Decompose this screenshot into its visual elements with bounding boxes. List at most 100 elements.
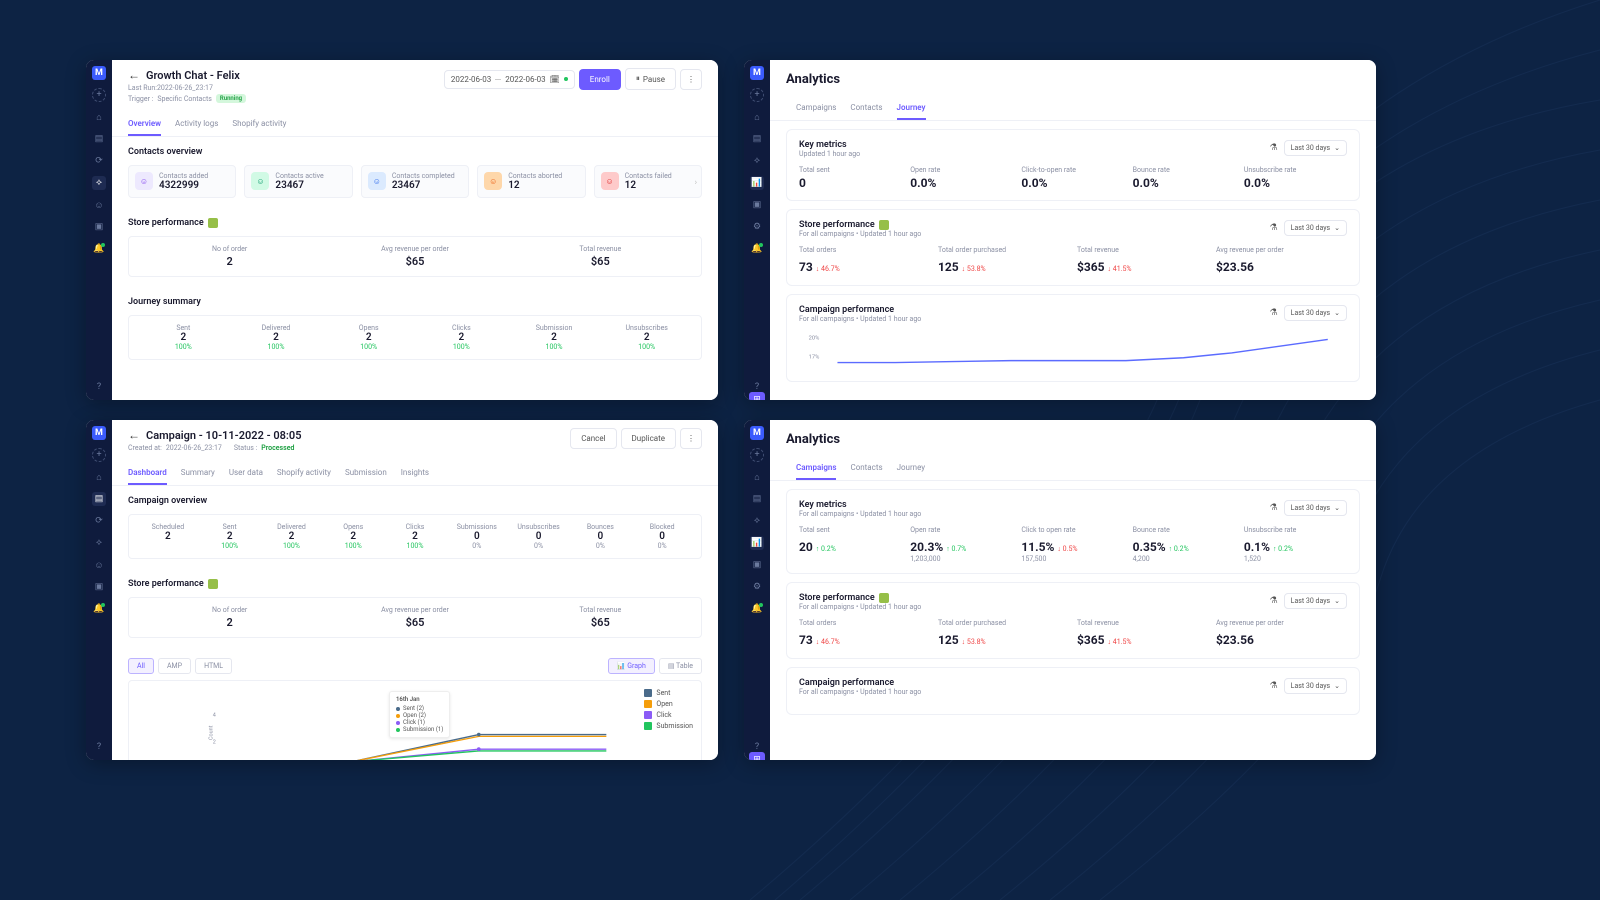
layers-icon[interactable]: ▣ — [750, 558, 764, 572]
layers-icon[interactable]: ▣ — [750, 198, 764, 212]
tab-submission[interactable]: Submission — [345, 462, 387, 485]
settings-icon[interactable]: ⚙ — [750, 220, 764, 234]
settings-icon[interactable]: ▣ — [92, 220, 106, 234]
tab-insights[interactable]: Insights — [401, 462, 429, 485]
settings-icon[interactable]: ▣ — [92, 580, 106, 594]
logo-icon[interactable]: M — [750, 426, 764, 440]
metric-item: Total orders73↓ 46.7% — [799, 619, 930, 648]
range-select[interactable]: Last 30 days⌄ — [1284, 678, 1347, 694]
tab-campaigns[interactable]: Campaigns — [796, 457, 836, 480]
campaigns-icon[interactable]: ▤ — [750, 492, 764, 506]
home-icon[interactable]: ⌂ — [750, 470, 764, 484]
filter-icon[interactable]: ⚗ — [1270, 503, 1278, 513]
view-graph-button[interactable]: 📊 Graph — [608, 658, 655, 674]
filter-icon[interactable]: ⚗ — [1270, 308, 1278, 318]
analytics-icon[interactable]: 📊 — [750, 176, 764, 190]
more-menu-button[interactable]: ⋮ — [680, 69, 702, 90]
range-select[interactable]: Last 30 days⌄ — [1284, 593, 1347, 609]
perf-item: Avg revenue per order$65 — [322, 245, 507, 268]
pause-button[interactable]: ⏸Pause — [625, 68, 676, 90]
tab-journey[interactable]: Journey — [897, 97, 926, 120]
campaigns-icon[interactable]: ▤ — [92, 492, 106, 506]
stage-icon[interactable]: ⊞ — [749, 752, 765, 760]
filter-icon[interactable]: ⚗ — [1270, 223, 1278, 233]
page-title: Analytics — [770, 60, 1376, 91]
back-arrow-icon[interactable]: ← — [128, 68, 140, 82]
users-icon[interactable]: ☺ — [92, 558, 106, 572]
tab-contacts[interactable]: Contacts — [850, 457, 882, 480]
range-select[interactable]: Last 30 days⌄ — [1284, 140, 1347, 156]
contact-card[interactable]: ☺ Contacts added4322999 — [128, 165, 236, 198]
toggle-html[interactable]: HTML — [195, 658, 232, 674]
metric-item: Total sent0 — [799, 166, 902, 190]
flow-icon[interactable]: ⟳ — [92, 154, 106, 168]
users-icon[interactable]: ☺ — [92, 198, 106, 212]
tab-campaigns[interactable]: Campaigns — [796, 97, 836, 120]
layers-icon[interactable]: ▤ — [92, 132, 106, 146]
bell-icon[interactable]: 🔔 — [750, 242, 764, 256]
contact-card[interactable]: ☺ Contacts failed12 › — [594, 165, 702, 198]
enroll-button[interactable]: Enroll — [579, 69, 621, 90]
toggle-all[interactable]: All — [128, 658, 154, 674]
flow-icon[interactable]: ⟳ — [92, 514, 106, 528]
tab-activity-logs[interactable]: Activity logs — [175, 113, 218, 136]
contact-card[interactable]: ☺ Contacts active23467 — [244, 165, 352, 198]
bell-icon[interactable]: 🔔 — [750, 602, 764, 616]
cancel-button[interactable]: Cancel — [570, 428, 616, 449]
range-select[interactable]: Last 30 days⌄ — [1284, 500, 1347, 516]
tab-shopify-activity[interactable]: Shopify activity — [232, 113, 286, 136]
home-icon[interactable]: ⌂ — [750, 110, 764, 124]
toggle-amp[interactable]: AMP — [158, 658, 191, 674]
share-icon[interactable]: ⟡ — [92, 176, 106, 190]
add-icon[interactable]: + — [92, 88, 106, 102]
chevron-right-icon[interactable]: › — [695, 177, 697, 186]
logo-icon[interactable]: M — [92, 66, 106, 80]
workspace-journey-detail: M + ⌂ ▤ ⟳ ⟡ ☺ ▣ 🔔 ? ← Growth Chat - Feli… — [86, 60, 718, 400]
add-icon[interactable]: + — [750, 448, 764, 462]
created-value: 2022-06-26_23:17 — [166, 444, 222, 452]
range-select[interactable]: Last 30 days⌄ — [1284, 220, 1347, 236]
journey-item: Clicks2100% — [415, 324, 508, 351]
bell-icon[interactable]: 🔔 — [92, 602, 106, 616]
analytics-icon[interactable]: 📊 — [750, 536, 764, 550]
share-icon[interactable]: ⟡ — [92, 536, 106, 550]
add-icon[interactable]: + — [92, 448, 106, 462]
view-table-button[interactable]: ▤ Table — [659, 658, 702, 674]
home-icon[interactable]: ⌂ — [92, 470, 106, 484]
back-arrow-icon[interactable]: ← — [128, 428, 140, 442]
tab-contacts[interactable]: Contacts — [850, 97, 882, 120]
range-select[interactable]: Last 30 days⌄ — [1284, 305, 1347, 321]
legend-item: Submission — [644, 722, 693, 730]
svg-text:20%: 20% — [809, 335, 820, 341]
person-icon: ☺ — [484, 172, 502, 190]
shopify-icon — [208, 579, 218, 589]
tab-overview[interactable]: Overview — [128, 113, 161, 136]
settings-icon[interactable]: ⚙ — [750, 580, 764, 594]
filter-icon[interactable]: ⚗ — [1270, 681, 1278, 691]
contact-card[interactable]: ☺ Contacts aborted12 — [477, 165, 585, 198]
tab-dashboard[interactable]: Dashboard — [128, 462, 167, 485]
more-menu-button[interactable]: ⋮ — [680, 428, 702, 449]
home-icon[interactable]: ⌂ — [92, 110, 106, 124]
campaigns-icon[interactable]: ▤ — [750, 132, 764, 146]
stage-icon[interactable]: ⊞ — [749, 392, 765, 400]
add-icon[interactable]: + — [750, 88, 764, 102]
perf-item: Avg revenue per order$65 — [322, 606, 507, 629]
logo-icon[interactable]: M — [750, 66, 764, 80]
bell-icon[interactable]: 🔔 — [92, 242, 106, 256]
filter-icon[interactable]: ⚗ — [1270, 596, 1278, 606]
tab-journey[interactable]: Journey — [897, 457, 926, 480]
date-range-picker[interactable]: 2022-06-03 2022-06-03 🗓 — [444, 70, 575, 89]
logo-icon[interactable]: M — [92, 426, 106, 440]
help-icon[interactable]: ? — [92, 740, 106, 754]
tab-user-data[interactable]: User data — [229, 462, 263, 485]
contact-card[interactable]: ☺ Contacts completed23467 — [361, 165, 469, 198]
filter-icon[interactable]: ⚗ — [1270, 143, 1278, 153]
tab-shopify-activity[interactable]: Shopify activity — [277, 462, 331, 485]
journey-summary-title: Journey summary — [128, 297, 702, 307]
duplicate-button[interactable]: Duplicate — [621, 428, 676, 449]
help-icon[interactable]: ? — [92, 380, 106, 394]
share-icon[interactable]: ⟡ — [750, 514, 764, 528]
tab-summary[interactable]: Summary — [181, 462, 215, 485]
share-icon[interactable]: ⟡ — [750, 154, 764, 168]
